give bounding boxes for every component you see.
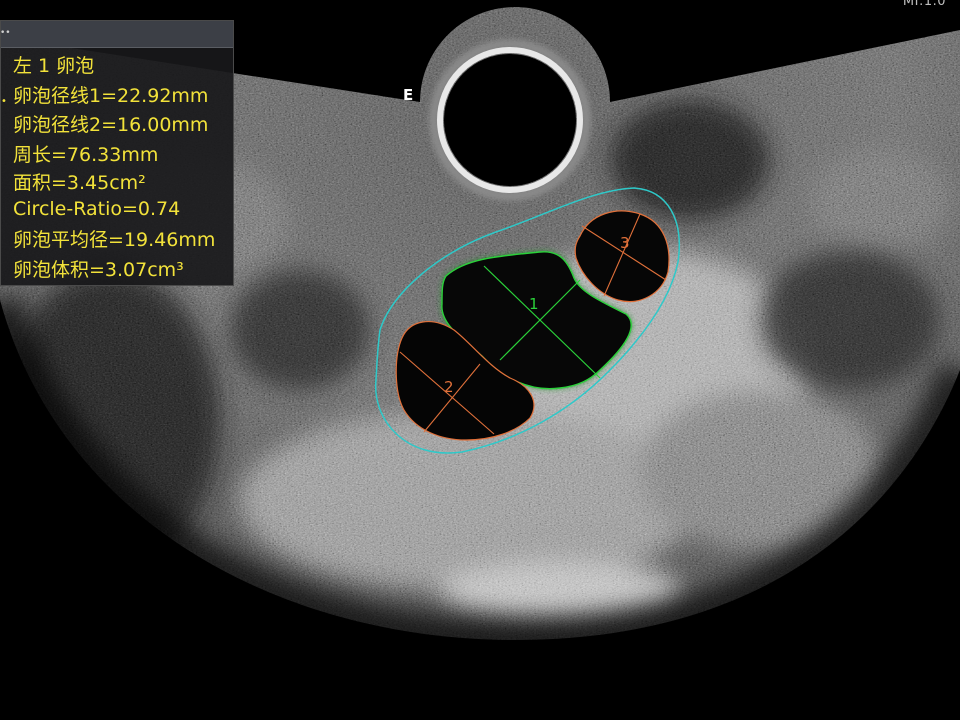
measurement-list: 左 1 卵泡 卵泡径线1=22.92mm 卵泡径线2=16.00mm 周长=76… (1, 48, 233, 285)
measurement-mean-diameter: 卵泡平均径=19.46mm (13, 229, 216, 251)
follicle-label-1: 1 (529, 295, 539, 313)
ultrasound-screen: 1 2 3 E MI:1.0 •• 左 1 卵泡 卵泡径线1=22.92mm 卵… (0, 0, 960, 720)
follicle-label-2: 2 (444, 378, 454, 396)
measurement-panel[interactable]: •• 左 1 卵泡 卵泡径线1=22.92mm 卵泡径线2=16.00mm 周长… (0, 20, 234, 286)
measurement-volume: 卵泡体积=3.07cm³ (13, 258, 184, 281)
measurement-title: 左 1 卵泡 (13, 55, 95, 77)
drag-handle-icon[interactable]: •• (0, 29, 11, 38)
measurement-perimeter: 周长=76.33mm (13, 143, 159, 166)
measurement-area: 面积=3.45cm² (13, 172, 146, 194)
measurement-diameter-2: 卵泡径线2=16.00mm (13, 114, 209, 136)
follicle-label-3: 3 (620, 234, 630, 252)
probe-orientation-marker: E (403, 86, 414, 104)
measurement-circle-ratio: Circle-Ratio=0.74 (13, 198, 181, 220)
measurement-diameter-1: 卵泡径线1=22.92mm (13, 84, 209, 107)
probe-ring (429, 39, 591, 201)
selection-bullet-icon: • (1, 96, 7, 107)
measurement-panel-header[interactable]: •• (0, 21, 233, 48)
mi-readout: MI:1.0 (902, 0, 946, 9)
